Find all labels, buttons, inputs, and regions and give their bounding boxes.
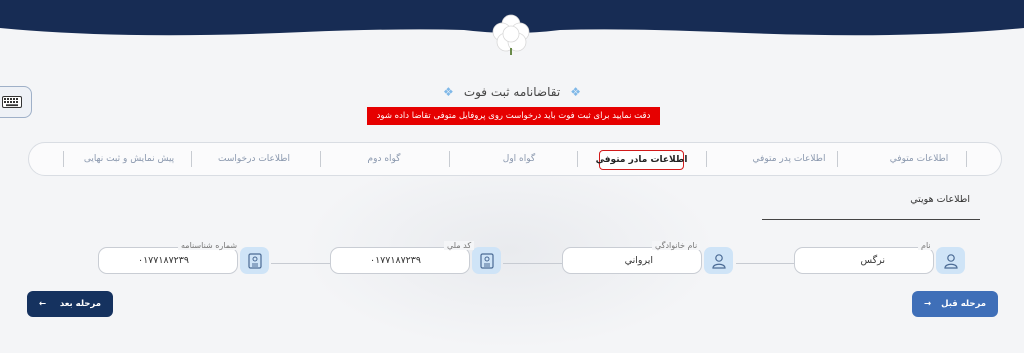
tab-father-info[interactable]: اطلاعات پدر متوفي bbox=[729, 143, 849, 175]
step-divider bbox=[966, 151, 967, 167]
id-number-label: شماره شناسنامه bbox=[178, 241, 241, 250]
user-icon bbox=[936, 247, 965, 274]
step-bar: اطلاعات متوفي اطلاعات پدر متوفي اطلاعات … bbox=[28, 142, 1002, 176]
first-name-label: نام bbox=[918, 241, 934, 250]
first-name-value: نرگس bbox=[860, 255, 885, 266]
first-name-field[interactable]: نرگس bbox=[794, 247, 934, 274]
field-connector bbox=[271, 263, 330, 264]
white-flower-icon bbox=[486, 8, 536, 58]
id-card-icon bbox=[472, 247, 501, 274]
last-name-value: ايرواني bbox=[624, 255, 653, 266]
step-divider bbox=[191, 151, 192, 167]
arrow-left-icon: ← bbox=[39, 299, 47, 309]
step-divider bbox=[577, 151, 578, 167]
ornament-icon: ❖ bbox=[570, 85, 581, 99]
next-step-button[interactable]: مرحله بعد ← bbox=[27, 291, 113, 317]
field-connector bbox=[503, 263, 562, 264]
title-row: ❖ تقاضانامه ثبت فوت ❖ bbox=[0, 81, 1024, 103]
prev-step-button[interactable]: مرحله قبل → bbox=[912, 291, 998, 317]
last-name-field[interactable]: ايرواني bbox=[562, 247, 702, 274]
national-code-value: ۰۱۷۷۱۸۷۲۳۹ bbox=[369, 255, 421, 266]
next-step-label: مرحله بعد bbox=[59, 299, 101, 309]
tab-witness-2[interactable]: گواه دوم bbox=[334, 143, 434, 175]
ornament-icon: ❖ bbox=[443, 85, 454, 99]
page-title: تقاضانامه ثبت فوت bbox=[463, 85, 561, 99]
tab-request-info[interactable]: اطلاعات درخواست bbox=[199, 143, 309, 175]
step-divider bbox=[449, 151, 450, 167]
id-number-value: ۰۱۷۷۱۸۷۲۳۹ bbox=[137, 255, 189, 266]
step-divider bbox=[706, 151, 707, 167]
tab-witness-1[interactable]: گواه اول bbox=[469, 143, 569, 175]
step-divider bbox=[837, 151, 838, 167]
field-connector bbox=[736, 263, 794, 264]
step-divider bbox=[63, 151, 64, 167]
warning-banner: دقت نمایید برای ثبت فوت باید درخواست روی… bbox=[367, 107, 660, 125]
tab-preview-submit[interactable]: پیش نمایش و ثبت نهایی bbox=[69, 143, 189, 175]
id-card-icon bbox=[240, 247, 269, 274]
arrow-right-icon: → bbox=[924, 299, 932, 309]
last-name-label: نام خانوادگي bbox=[652, 241, 701, 250]
user-icon bbox=[704, 247, 733, 274]
tab-mother-info[interactable]: اطلاعات مادر متوفي bbox=[596, 150, 687, 170]
id-number-field[interactable]: ۰۱۷۷۱۸۷۲۳۹ bbox=[98, 247, 238, 274]
prev-step-label: مرحله قبل bbox=[941, 299, 986, 309]
step-divider bbox=[320, 151, 321, 167]
national-code-label: كد ملي bbox=[444, 241, 475, 250]
section-underline bbox=[762, 219, 980, 220]
national-code-field[interactable]: ۰۱۷۷۱۸۷۲۳۹ bbox=[330, 247, 470, 274]
tab-deceased-info[interactable]: اطلاعات متوفي bbox=[859, 143, 979, 175]
section-title: اطلاعات هويتي bbox=[910, 194, 970, 205]
